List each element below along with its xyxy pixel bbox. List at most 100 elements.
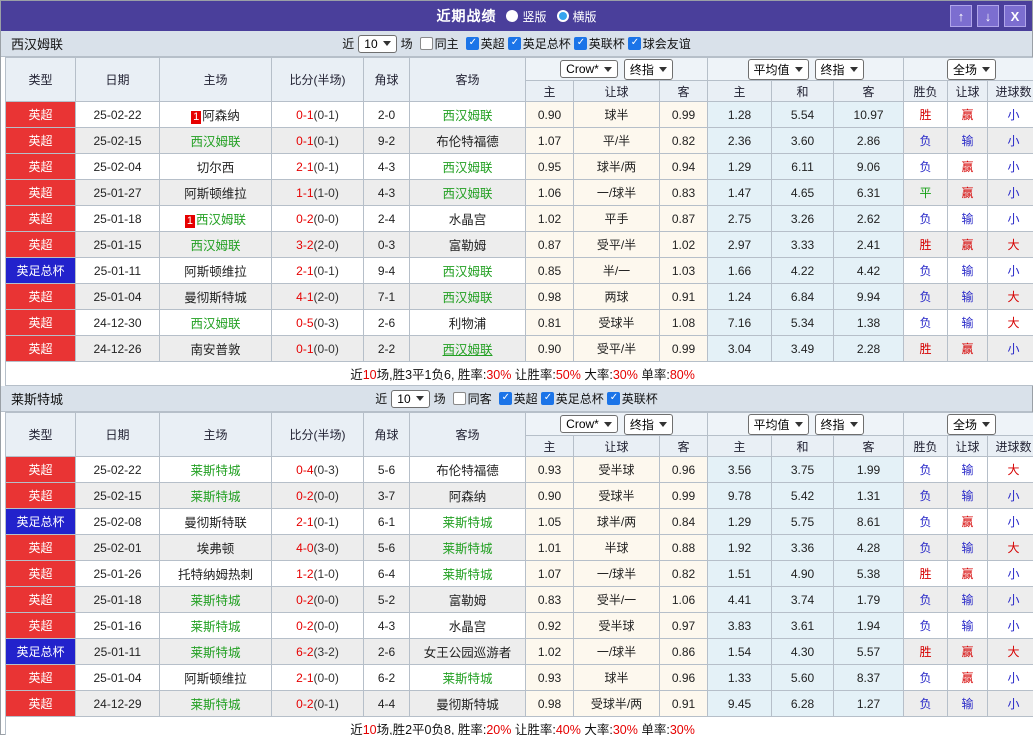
matches-count-select[interactable]: 10 [391,390,429,408]
away-team-cell: 西汉姆联 [410,102,526,128]
team-link[interactable]: 阿斯顿维拉 [184,672,247,686]
match-date-cell: 24-12-29 [76,691,160,717]
close-button[interactable]: X [1004,5,1026,27]
crow-away-odds-cell: 0.87 [660,206,708,232]
team-link[interactable]: 布伦特福德 [436,464,499,478]
avg-away-odds-cell: 2.28 [834,336,904,362]
team-link[interactable]: 西汉姆联 [442,343,492,357]
same-venue-checkbox[interactable]: 同主 [420,35,459,52]
team-link[interactable]: 阿斯顿维拉 [184,265,247,279]
match-date-cell: 25-01-27 [76,180,160,206]
fulltime-select[interactable]: 全场 [947,414,996,435]
handicap-result-cell: 输 [948,613,988,639]
team-link[interactable]: 西汉姆联 [190,317,240,331]
team-link[interactable]: 利物浦 [449,317,487,331]
match-row: 英超24-12-29莱斯特城0-2(0-1)4-4曼彻斯特城0.98受球半/两0… [6,691,1033,717]
team-link[interactable]: 莱斯特城 [442,568,492,582]
team-link[interactable]: 阿森纳 [449,490,487,504]
league-filter-2[interactable]: 英足总杯 [541,390,604,407]
team-link[interactable]: 曼彻斯特联 [184,516,247,530]
team-link[interactable]: 西汉姆联 [442,187,492,201]
fulltime-score: 2-1 [296,264,313,278]
odds-stage-select-1[interactable]: 终指 [624,59,673,80]
radio-icon [506,10,518,22]
team-link[interactable]: 托特纳姆热刺 [178,568,253,582]
team-link[interactable]: 埃弗顿 [197,542,235,556]
home-team-cell: 西汉姆联 [160,310,272,336]
handicap-result-cell: 输 [948,206,988,232]
team-link[interactable]: 西汉姆联 [442,109,492,123]
team-link[interactable]: 莱斯特城 [190,490,240,504]
team-link[interactable]: 水晶宫 [449,213,487,227]
team-link[interactable]: 莱斯特城 [190,620,240,634]
matches-count-select[interactable]: 10 [358,35,396,53]
match-date-cell: 25-02-15 [76,483,160,509]
team-link[interactable]: 阿森纳 [202,109,240,123]
team-link[interactable]: 西汉姆联 [442,161,492,175]
average-select[interactable]: 平均值 [748,59,809,80]
odds-stage-select-1[interactable]: 终指 [624,414,673,435]
score-cell: 1-2(1-0) [272,561,364,587]
team-link[interactable]: 布伦特福德 [436,135,499,149]
league-filter-1[interactable]: 英超 [466,35,505,52]
match-row: 英超25-02-01埃弗顿4-0(3-0)5-6莱斯特城1.01半球0.881.… [6,535,1033,561]
team-link[interactable]: 莱斯特城 [442,516,492,530]
crow-handicap-cell: 两球 [574,284,660,310]
checkbox-icon [420,37,433,50]
team-link[interactable]: 阿斯顿维拉 [184,187,247,201]
team-link[interactable]: 莱斯特城 [190,464,240,478]
league-filter-1[interactable]: 英超 [499,390,538,407]
match-row: 英超25-02-22莱斯特城0-4(0-3)5-6布伦特福德0.93受半球0.9… [6,457,1033,483]
league-filter-3[interactable]: 英联杯 [574,35,625,52]
team-link[interactable]: 西汉姆联 [196,213,246,227]
odds-stage-select-2[interactable]: 终指 [815,414,864,435]
league-filter-4[interactable]: 球会友谊 [628,35,691,52]
team-link[interactable]: 女王公园巡游者 [424,646,512,660]
average-select[interactable]: 平均值 [748,414,809,435]
odds-stage-select-2[interactable]: 终指 [815,59,864,80]
avg-draw-odds-cell: 3.75 [772,457,834,483]
team-link[interactable]: 西汉姆联 [442,291,492,305]
league-filter-2[interactable]: 英足总杯 [508,35,571,52]
summary-segment: 单率: [638,723,670,735]
handicap-result-cell: 赢 [948,180,988,206]
team-link[interactable]: 南安普敦 [190,343,240,357]
result-cell: 负 [904,258,948,284]
same-venue-checkbox[interactable]: 同客 [453,390,492,407]
bookmaker-select[interactable]: Crow* [560,415,618,433]
team-link[interactable]: 富勒姆 [449,239,487,253]
result-cell: 胜 [904,102,948,128]
score-cell: 4-1(2-0) [272,284,364,310]
horizontal-mode-radio[interactable]: 横版 [557,8,597,25]
team-link[interactable]: 莱斯特城 [190,594,240,608]
corner-cell: 5-6 [364,457,410,483]
team-link[interactable]: 切尔西 [197,161,235,175]
team-link[interactable]: 西汉姆联 [190,239,240,253]
team-link[interactable]: 西汉姆联 [190,135,240,149]
vertical-mode-radio[interactable]: 竖版 [506,8,546,25]
avg-home-odds-cell: 4.41 [708,587,772,613]
halftime-score: (2-0) [314,238,339,252]
team-link[interactable]: 水晶宫 [449,620,487,634]
summary-row: 近10场,胜2平0负8, 胜率:20% 让胜率:40% 大率:30% 单率:30… [6,717,1033,735]
team-link[interactable]: 莱斯特城 [442,672,492,686]
team-link[interactable]: 曼彻斯特城 [436,698,499,712]
move-up-button[interactable]: ↑ [950,5,972,27]
fulltime-score: 0-1 [296,342,313,356]
match-date-cell: 25-01-04 [76,665,160,691]
move-down-button[interactable]: ↓ [977,5,999,27]
bookmaker-select[interactable]: Crow* [560,60,618,78]
fulltime-score: 0-2 [296,489,313,503]
crow-away-odds-cell: 0.91 [660,284,708,310]
team-link[interactable]: 曼彻斯特城 [184,291,247,305]
fulltime-select[interactable]: 全场 [947,59,996,80]
crow-handicap-cell: 半/一 [574,258,660,284]
handicap-result-cell: 赢 [948,639,988,665]
team-link[interactable]: 西汉姆联 [442,265,492,279]
team-link[interactable]: 莱斯特城 [442,542,492,556]
team-link[interactable]: 莱斯特城 [190,646,240,660]
team-link[interactable]: 莱斯特城 [190,698,240,712]
handicap-result-cell: 输 [948,284,988,310]
team-link[interactable]: 富勒姆 [449,594,487,608]
league-filter-3[interactable]: 英联杯 [607,390,658,407]
